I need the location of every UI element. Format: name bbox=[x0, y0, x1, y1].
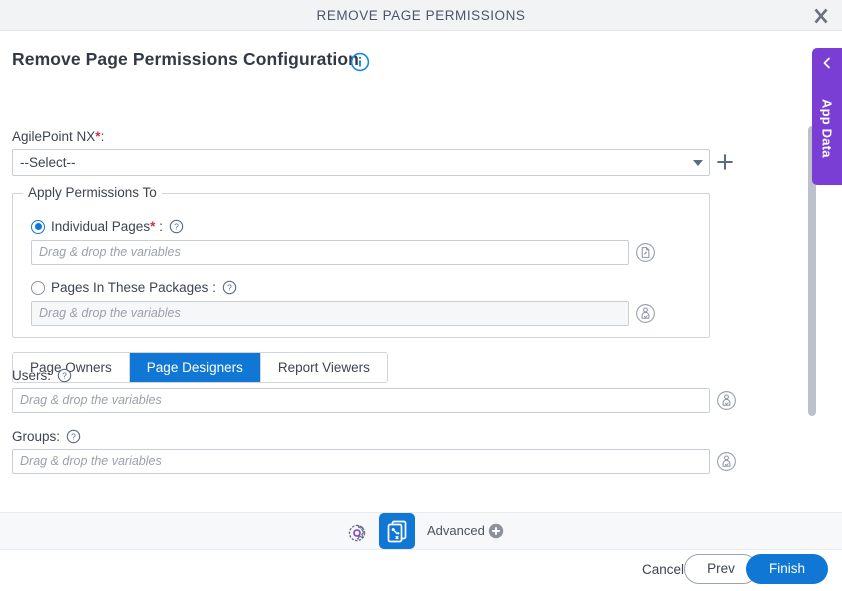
agilepoint-nx-select[interactable]: --Select-- bbox=[12, 149, 710, 176]
tab-page-designers[interactable]: Page Designers bbox=[129, 353, 261, 382]
question-circle-icon[interactable]: ? bbox=[169, 219, 184, 234]
radio-label-individual-pages: Individual Pages* : bbox=[51, 219, 163, 234]
groups-input[interactable]: Drag & drop the variables bbox=[12, 449, 710, 474]
radio-row-pages-in-packages[interactable]: Pages In These Packages : ? bbox=[31, 280, 237, 295]
groups-placeholder: Drag & drop the variables bbox=[20, 454, 162, 468]
pages-in-packages-placeholder: Drag & drop the variables bbox=[39, 306, 181, 320]
pages-in-packages-input[interactable]: Drag & drop the variables bbox=[31, 301, 629, 326]
question-circle-icon[interactable]: ? bbox=[57, 368, 72, 383]
agilepoint-nx-select-value: --Select-- bbox=[20, 155, 76, 170]
finish-button[interactable]: Finish bbox=[746, 554, 828, 584]
dialog-titlebar: REMOVE PAGE PERMISSIONS bbox=[0, 0, 842, 31]
radio-individual-pages[interactable] bbox=[31, 219, 45, 234]
apply-permissions-fieldset: Apply Permissions To Individual Pages* :… bbox=[12, 185, 710, 338]
individual-pages-label-text: Individual Pages bbox=[51, 219, 151, 234]
gear-settings-icon[interactable] bbox=[346, 522, 368, 544]
add-agilepoint-nx-button[interactable] bbox=[714, 151, 736, 173]
package-picker-icon[interactable] bbox=[635, 303, 656, 324]
user-picker-icon[interactable] bbox=[716, 451, 737, 472]
chevron-down-icon bbox=[693, 160, 703, 166]
groups-label-text: Groups: bbox=[12, 429, 61, 444]
apply-permissions-legend: Apply Permissions To bbox=[23, 185, 162, 200]
users-placeholder: Drag & drop the variables bbox=[20, 393, 162, 407]
question-circle-icon[interactable]: ? bbox=[66, 429, 81, 444]
copy-config-icon bbox=[387, 520, 407, 543]
svg-text:?: ? bbox=[174, 222, 179, 232]
info-circle-icon[interactable] bbox=[349, 51, 371, 73]
cancel-button[interactable]: Cancel bbox=[642, 562, 684, 577]
individual-pages-required-marker: * bbox=[150, 219, 156, 234]
page-title: Remove Page Permissions Configuration bbox=[12, 49, 359, 69]
page-picker-icon[interactable] bbox=[635, 242, 656, 263]
svg-text:?: ? bbox=[71, 432, 76, 442]
user-picker-icon[interactable] bbox=[716, 390, 737, 411]
individual-pages-label-colon: : bbox=[159, 219, 163, 234]
dialog-body: Remove Page Permissions Configuration Ag… bbox=[0, 31, 842, 512]
close-icon[interactable] bbox=[809, 4, 833, 28]
bottom-toolbar bbox=[0, 512, 842, 550]
radio-row-individual-pages[interactable]: Individual Pages* : ? bbox=[31, 219, 184, 234]
copy-config-button[interactable] bbox=[379, 513, 415, 549]
individual-pages-placeholder: Drag & drop the variables bbox=[39, 245, 181, 259]
users-label-text: Users: bbox=[12, 368, 52, 383]
pages-in-packages-label-colon: : bbox=[212, 280, 216, 295]
agilepoint-nx-label-colon: : bbox=[100, 129, 105, 144]
advanced-label[interactable]: Advanced bbox=[427, 523, 485, 538]
dialog-footer: Cancel Prev Finish bbox=[0, 550, 842, 591]
individual-pages-input[interactable]: Drag & drop the variables bbox=[31, 240, 629, 265]
app-data-label: App Data bbox=[819, 98, 835, 158]
remove-page-permissions-dialog: REMOVE PAGE PERMISSIONS Remove Page Perm… bbox=[0, 0, 842, 591]
users-input[interactable]: Drag & drop the variables bbox=[12, 388, 710, 413]
svg-text:?: ? bbox=[62, 371, 67, 381]
dialog-title: REMOVE PAGE PERMISSIONS bbox=[316, 8, 526, 23]
users-label: Users: ? bbox=[12, 368, 72, 383]
agilepoint-nx-label-text: AgilePoint NX bbox=[12, 129, 96, 144]
pages-in-packages-label-text: Pages In These Packages bbox=[51, 280, 209, 295]
agilepoint-nx-label: AgilePoint NX*: bbox=[12, 129, 104, 144]
question-circle-icon[interactable]: ? bbox=[222, 280, 237, 295]
radio-pages-in-packages[interactable] bbox=[31, 280, 45, 295]
app-data-panel-toggle[interactable]: App Data bbox=[812, 48, 842, 185]
radio-label-pages-in-packages: Pages In These Packages : bbox=[51, 280, 216, 295]
tab-report-viewers[interactable]: Report Viewers bbox=[260, 353, 387, 382]
groups-label: Groups: ? bbox=[12, 429, 81, 444]
svg-text:?: ? bbox=[227, 283, 232, 293]
plus-circle-icon[interactable] bbox=[488, 523, 504, 539]
chevron-left-icon bbox=[820, 56, 834, 70]
